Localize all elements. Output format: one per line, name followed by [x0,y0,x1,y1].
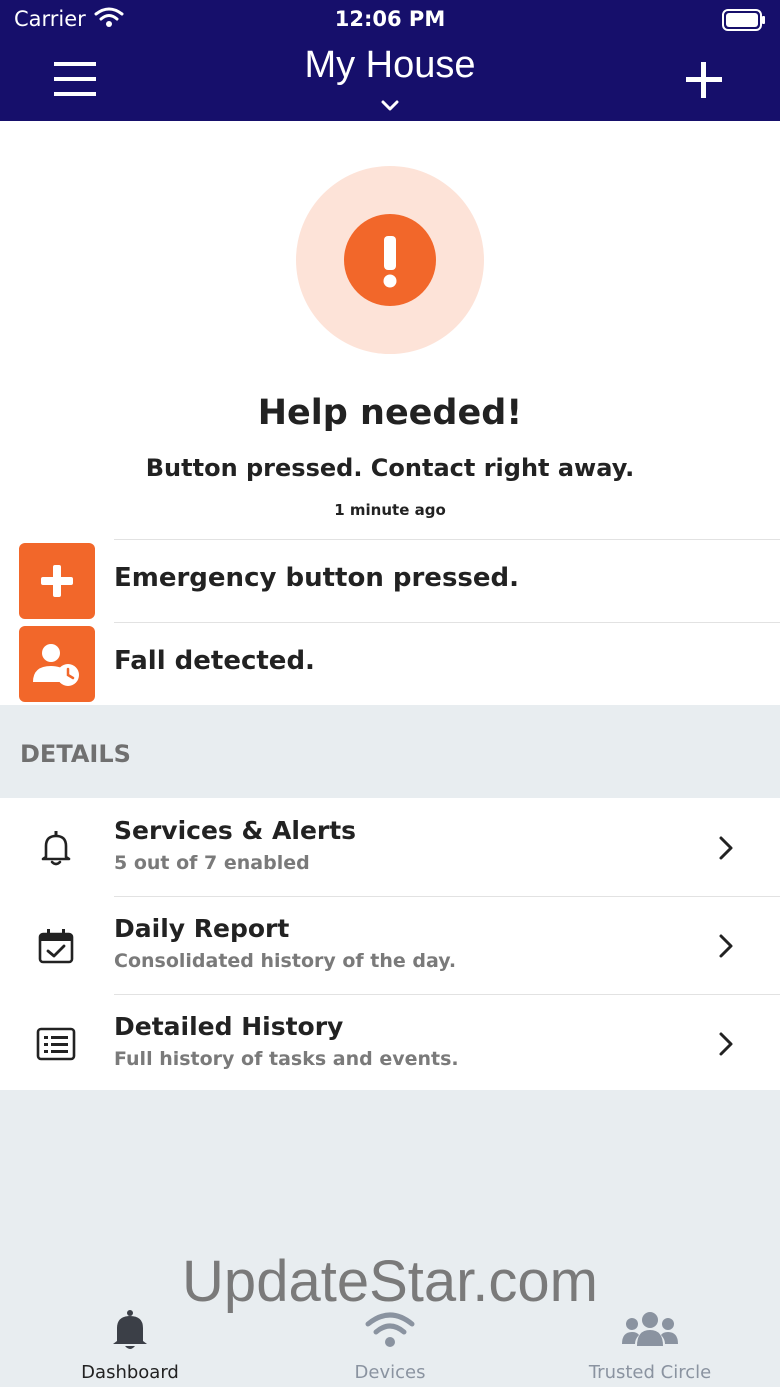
event-item[interactable]: Emergency button pressed. [0,539,780,621]
person-clock-icon [19,626,95,702]
list-icon [36,1024,76,1064]
add-icon[interactable] [684,60,724,104]
row-subtitle: 5 out of 7 enabled [114,852,310,874]
divider [114,994,780,995]
home-title[interactable]: My House [0,44,780,87]
daily-report-row[interactable]: Daily Report Consolidated history of the… [0,896,780,994]
calendar-check-icon [36,926,76,966]
tab-devices[interactable]: Devices [260,1300,520,1387]
divider [114,622,780,623]
section-title: DETAILS [20,740,131,768]
chevron-right-icon [716,932,736,964]
event-label: Fall detected. [114,646,315,676]
details-list: Services & Alerts 5 out of 7 enabled Dai… [0,798,780,1090]
event-item[interactable]: Fall detected. [0,622,780,704]
event-label: Emergency button pressed. [114,563,520,593]
tab-dashboard[interactable]: Dashboard [0,1300,260,1387]
row-title: Detailed History [114,1012,344,1041]
services-alerts-row[interactable]: Services & Alerts 5 out of 7 enabled [0,798,780,896]
tab-label: Devices [354,1362,426,1383]
detailed-history-row[interactable]: Detailed History Full history of tasks a… [0,994,780,1092]
alert-time: 1 minute ago [334,501,446,519]
chevron-right-icon [716,1030,736,1062]
chevron-right-icon [716,834,736,866]
tab-label: Trusted Circle [588,1362,712,1383]
tab-bar: Dashboard Devices Trusted Circle [0,1300,780,1387]
battery-icon [722,9,766,36]
plus-icon [19,543,95,619]
bell-icon [0,1308,260,1356]
alert-panel: Help needed! Button pressed. Contact rig… [0,121,780,539]
wifi-icon [260,1308,520,1356]
alert-title: Help needed! [257,393,523,433]
details-section-header: DETAILS [0,705,780,798]
top-bar: Carrier 12:06 PM My House [0,0,780,121]
divider [114,539,780,540]
alert-subtitle: Button pressed. Contact right away. [145,454,635,482]
tab-trusted-circle[interactable]: Trusted Circle [520,1300,780,1387]
tab-label: Dashboard [81,1362,179,1383]
alert-badge [296,166,484,354]
divider [114,896,780,897]
group-icon [520,1308,780,1356]
bell-icon [36,828,76,868]
row-subtitle: Consolidated history of the day. [114,950,457,972]
row-title: Daily Report [114,914,290,943]
event-list: Emergency button pressed. Fall detected. [0,539,780,705]
clock: 12:06 PM [334,7,446,31]
chevron-down-icon[interactable] [380,98,400,117]
row-title: Services & Alerts [114,816,357,845]
exclamation-icon [344,214,436,306]
row-subtitle: Full history of tasks and events. [114,1048,459,1070]
status-bar: Carrier 12:06 PM [0,0,780,40]
